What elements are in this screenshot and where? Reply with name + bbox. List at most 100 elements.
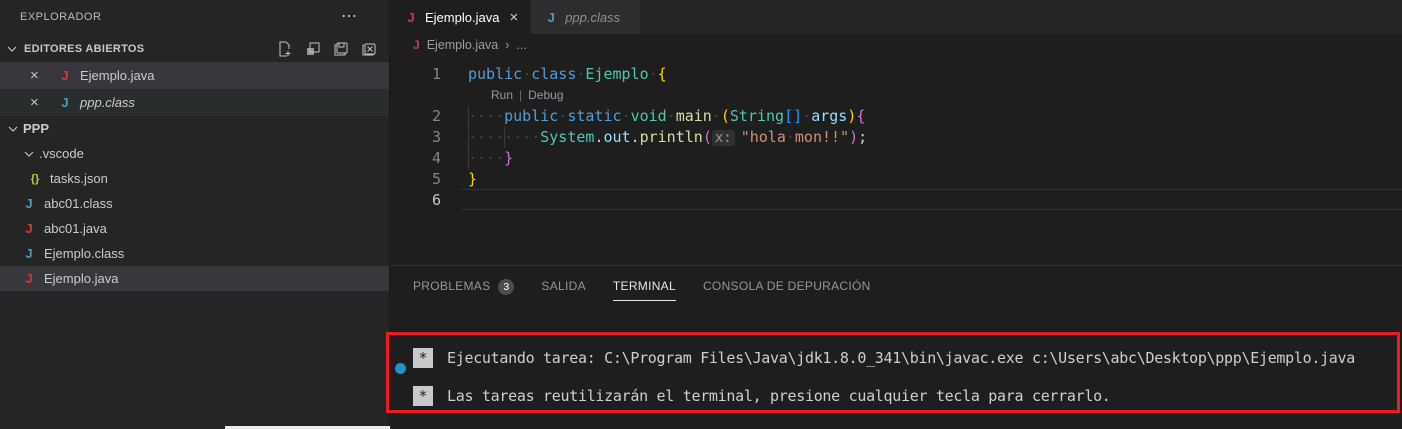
breadcrumb-more[interactable]: ... [516, 38, 526, 52]
open-editor-item-ejemplo-java[interactable]: × J Ejemplo.java [0, 62, 389, 89]
tree-item-ejemplo-class[interactable]: J Ejemplo.class [0, 241, 389, 266]
java-class-icon: J [25, 246, 33, 261]
run-codelens[interactable]: Run [491, 88, 513, 102]
code-token: System [540, 128, 595, 146]
code-token: ···· [504, 128, 541, 146]
code-line-4[interactable]: 4 ····} [391, 148, 1402, 169]
inlay-hint: x: [711, 130, 735, 146]
open-editor-item-ppp-class[interactable]: × Jppp.class [0, 89, 389, 116]
close-editor-icon[interactable]: × [30, 67, 44, 84]
code-lines: 1 public·class·Ejemplo·{Run | Debug 2 ····pub… [391, 64, 1402, 211]
code-line-1[interactable]: 1 public·class·Ejemplo·{ [391, 64, 1402, 85]
code-token: args [811, 107, 848, 125]
terminal-line: * Ejecutando tarea: C:\Program Files\Java… [389, 347, 1397, 374]
tree-item-ppp[interactable]: PPP [0, 116, 389, 141]
open-editors-section-header[interactable]: EDITORES ABIERTOS [0, 36, 389, 62]
line-number: 2 [431, 107, 441, 125]
chevron-down-icon [21, 146, 39, 162]
code-text: } [468, 169, 477, 190]
code-token: Ejemplo [585, 65, 649, 83]
line-number: 3 [431, 128, 441, 146]
panel-tab-label: PROBLEMAS [413, 279, 491, 293]
editor-tab-ejemplo-java[interactable]: J Ejemplo.java × [391, 0, 532, 34]
editor-group: J Ejemplo.java × Jppp.class J Ejemplo.java … [386, 0, 1402, 429]
split-editor-icon[interactable] [305, 41, 321, 57]
new-file-icon[interactable] [277, 41, 293, 57]
code-token: ( [702, 128, 712, 146]
code-token: } [468, 170, 478, 188]
save-all-icon[interactable] [333, 41, 349, 57]
code-token: main [675, 107, 712, 125]
panel-tabs: PROBLEMAS 3 SALIDA TERMINAL CONSOLA DE DEPUR… [391, 266, 1402, 301]
line-number: 4 [431, 149, 441, 167]
codelens-separator: | [519, 88, 523, 102]
breadcrumb[interactable]: J Ejemplo.java › ... [391, 34, 1402, 56]
tree-item-ejemplo-java[interactable]: J Ejemplo.java [0, 266, 389, 291]
code-token: ···· [468, 107, 505, 125]
json-braces-icon: {} [30, 172, 40, 185]
command-decoration-dot[interactable] [395, 363, 406, 374]
code-text: ····public·static·void·main·(String[]·ar… [468, 106, 865, 127]
tree-item-vscode[interactable]: .vscode [0, 141, 389, 166]
panel-tab-consola-de-depuraci-n[interactable]: CONSOLA DE DEPURACIÓN [703, 279, 871, 301]
java-class-icon: J [25, 196, 33, 211]
java-class-icon: J [547, 9, 555, 25]
code-line-6[interactable]: 6 [391, 190, 1402, 211]
panel-tab-label: SALIDA [541, 279, 586, 293]
code-token: · [666, 107, 676, 125]
code-token: · [558, 107, 568, 125]
code-token: } [504, 149, 514, 167]
java-source-icon: J [413, 38, 420, 52]
tree-item-label: .vscode [39, 146, 84, 161]
tree-item-label: abc01.java [44, 221, 107, 236]
vscode-window: EXPLORADOR ⋯ EDITORES ABIERTOS × J Ejemplo… [0, 0, 1402, 429]
tree-item-tasks-json[interactable]: {} tasks.json [0, 166, 389, 191]
code-token: void [630, 107, 667, 125]
tree-item-label: Ejemplo.java [44, 271, 119, 286]
terminal-highlight-box: * Ejecutando tarea: C:\Program Files\Java… [386, 332, 1400, 413]
code-token: · [802, 107, 812, 125]
code-text: ········System.out.println(x: "hola·mon!!… [468, 127, 867, 148]
explorer-title: EXPLORADOR [20, 11, 102, 23]
panel-tab-salida[interactable]: SALIDA [541, 279, 586, 301]
breadcrumb-file[interactable]: Ejemplo.java [427, 38, 499, 52]
code-token: public [504, 107, 559, 125]
code-token: . [630, 128, 640, 146]
panel-tab-terminal[interactable]: TERMINAL [612, 279, 676, 301]
close-tab-icon[interactable]: × [509, 9, 518, 26]
code-line-2[interactable]: 2 ····public·static·void·main·(String[]·a… [391, 106, 1402, 127]
code-token: { [657, 65, 667, 83]
bottom-panel: PROBLEMAS 3 SALIDA TERMINAL CONSOLA DE DEPUR… [386, 265, 1402, 429]
codelens-row: Run | Debug [391, 85, 1402, 106]
code-line-5[interactable]: 5} [391, 169, 1402, 190]
explorer-header: EXPLORADOR ⋯ [0, 0, 389, 28]
task-marker: * [413, 348, 433, 368]
code-token: ) [847, 107, 857, 125]
panel-tab-label: CONSOLA DE DEPURACIÓN [702, 279, 871, 293]
tree-item-abc01-java[interactable]: Jabc01.java [0, 216, 389, 241]
close-all-editors-icon[interactable] [361, 41, 377, 57]
code-token: [] [784, 107, 803, 125]
debug-codelens[interactable]: Debug [528, 88, 563, 102]
java-class-icon: J [61, 95, 69, 110]
panel-tab-problemas[interactable]: PROBLEMAS 3 [413, 279, 515, 301]
section-actions [277, 41, 389, 57]
code-editor[interactable]: 1 public·class·Ejemplo·{Run | Debug 2 ····pub… [391, 56, 1402, 265]
terminal-line: * Las tareas reutilizarán el terminal, pr… [389, 385, 1397, 407]
editor-tab-ppp-class[interactable]: Jppp.class [531, 0, 642, 34]
java-source-icon: J [61, 68, 69, 83]
terminal-output[interactable]: * Ejecutando tarea: C:\Program Files\Java… [389, 347, 1397, 407]
close-editor-icon[interactable]: × [30, 94, 44, 111]
tree-item-label: PPP [23, 121, 50, 136]
editor-tabbar: J Ejemplo.java × Jppp.class [391, 0, 1402, 34]
code-token: class [531, 65, 577, 83]
code-token: · [785, 128, 795, 146]
file-tree: PPP .vscode{} tasks.json Jabc01.class Jabc01… [0, 116, 389, 291]
task-marker: * [413, 386, 433, 406]
code-line-3[interactable]: 3 ········System.out.println(x: "hola·mon!… [391, 127, 1402, 148]
more-actions-icon[interactable]: ⋯ [341, 9, 357, 25]
tab-label: ppp.class [565, 9, 621, 25]
tree-item-abc01-class[interactable]: Jabc01.class [0, 191, 389, 216]
open-editors-list: × J Ejemplo.java × Jppp.class [0, 62, 389, 116]
code-token: out [603, 128, 631, 146]
